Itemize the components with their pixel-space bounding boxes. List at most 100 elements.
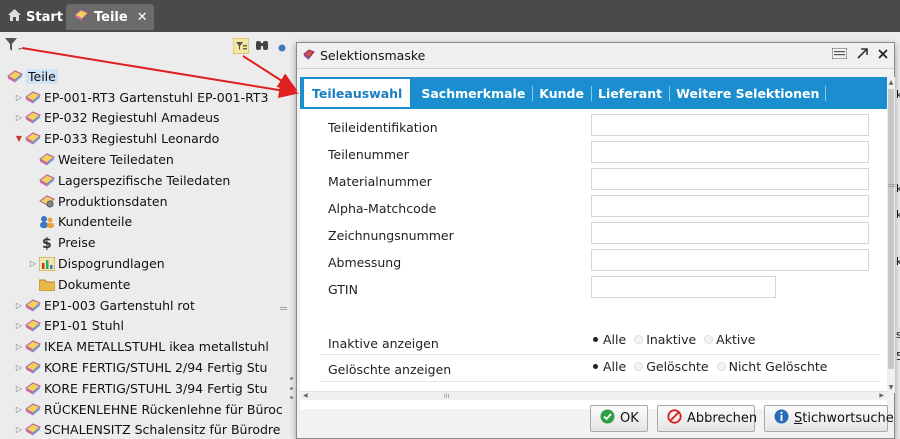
vertical-scrollbar[interactable]: ▲ ▼ — [887, 77, 895, 393]
tab-lieferant[interactable]: Lieferant — [591, 77, 669, 109]
filter-list-icon[interactable] — [232, 37, 250, 57]
tree-item-label: RÜCKENLEHNE Rückenlehne für Büroc — [44, 401, 283, 417]
alpha-matchcode-input[interactable] — [591, 195, 869, 217]
field-label-alpha-matchcode: Alpha-Matchcode — [328, 201, 437, 216]
teilenummer-input[interactable] — [591, 141, 869, 163]
binoculars-icon[interactable] — [255, 38, 269, 55]
dialog-button-bar: OK Abbrechen Stichwortsuche — [590, 405, 894, 432]
tree-item[interactable]: ▷ Dispogrundlagen — [0, 253, 290, 274]
radio-geloeschte-nicht-geloeschte[interactable]: Nicht Gelöschte — [716, 359, 827, 374]
abmessung-input[interactable] — [591, 249, 869, 271]
tab-start-label: Start — [26, 9, 63, 25]
check-circle-icon — [600, 409, 615, 428]
close-icon[interactable]: ✕ — [137, 10, 148, 25]
tab-sachmerkmale[interactable]: Sachmerkmale — [414, 77, 532, 109]
horizontal-scrollbar[interactable]: ◀ III ▶ — [300, 391, 887, 400]
dialog-title: Selektionsmaske — [320, 48, 426, 63]
maximize-icon[interactable] — [857, 48, 868, 62]
expanded-arrow-icon[interactable]: ▼ — [14, 134, 24, 143]
expand-arrow-icon[interactable]: ▷ — [14, 425, 24, 434]
parts-icon — [24, 340, 42, 354]
folder-icon — [38, 277, 56, 291]
scroll-grip: = — [887, 179, 897, 192]
tree-item[interactable]: Teile — [0, 66, 290, 87]
radio-dot — [716, 362, 726, 371]
tab-start[interactable]: Start — [0, 4, 71, 30]
scroll-left-icon[interactable]: ◀ — [303, 392, 308, 399]
expand-arrow-icon[interactable]: ▷ — [14, 384, 24, 393]
menu-icon[interactable] — [831, 47, 848, 62]
scroll-grip[interactable]: III — [444, 393, 449, 400]
parts-icon — [24, 132, 42, 146]
field-label-teilenummer: Teilenummer — [328, 147, 409, 162]
cancel-icon — [667, 409, 682, 428]
tree-item[interactable]: Dokumente — [0, 274, 290, 295]
tab-teileauswahl[interactable]: Teileauswahl — [304, 79, 411, 107]
tab-kunde[interactable]: Kunde — [532, 77, 591, 109]
cancel-button[interactable]: Abbrechen — [657, 405, 757, 432]
tree-item[interactable]: Lagerspezifische Teiledaten — [0, 170, 290, 191]
expand-arrow-icon[interactable]: ▷ — [14, 321, 24, 330]
tree-item[interactable]: Weitere Teiledaten — [0, 149, 290, 170]
tab-teile-label: Teile — [94, 9, 128, 25]
expand-arrow-icon[interactable]: ▷ — [14, 405, 24, 414]
expand-arrow-icon[interactable]: ▷ — [14, 93, 24, 102]
filter-icon[interactable] — [5, 38, 23, 55]
ok-button[interactable]: OK — [590, 405, 648, 432]
tree-item[interactable]: ▷ EP1-003 Gartenstuhl rot — [0, 295, 290, 316]
radio-inaktive-alle[interactable]: Alle — [591, 332, 626, 347]
expand-arrow-icon[interactable]: ▷ — [14, 363, 24, 372]
expand-arrow-icon[interactable]: ▷ — [14, 113, 24, 122]
expand-arrow-icon[interactable]: ▷ — [28, 259, 38, 268]
background-glyph: k — [896, 208, 900, 221]
radio-dot — [634, 335, 644, 344]
ok-label: OK — [620, 411, 639, 426]
zeichnungsnummer-input[interactable] — [591, 222, 869, 244]
tree-item[interactable]: ▷ KORE FERTIG/STUHL 3/94 Fertig Stu — [0, 378, 290, 399]
background-glyph: s — [896, 328, 900, 341]
tree-item[interactable]: Produktionsdaten — [0, 191, 290, 212]
tree-item-label: EP-033 Regiestuhl Leonardo — [44, 131, 220, 147]
teileidentifikation-input[interactable] — [591, 114, 869, 136]
keyword-search-button[interactable]: Stichwortsuche — [764, 405, 894, 432]
tree-item[interactable]: ▷ IKEA METALLSTUHL ikea metallstuhl — [0, 336, 290, 357]
radio-dot — [704, 335, 714, 344]
expand-arrow-icon[interactable]: ▷ — [14, 301, 24, 310]
tab-teile[interactable]: Teile ✕ — [66, 4, 154, 30]
tree-item[interactable]: Kundenteile — [0, 212, 290, 233]
radio-label: Inaktive — [646, 332, 697, 347]
scroll-thumb[interactable] — [888, 89, 894, 369]
splitter-handle[interactable] — [289, 377, 293, 399]
gtin-input[interactable] — [591, 276, 776, 298]
row-divider — [320, 381, 880, 382]
tree-item-label: IKEA METALLSTUHL ikea metallstuhl — [44, 339, 269, 355]
tree-item-label: Lagerspezifische Teiledaten — [58, 172, 231, 188]
scroll-down-icon[interactable]: ▼ — [887, 384, 895, 391]
radio-geloeschte-alle[interactable]: Alle — [591, 359, 626, 374]
scroll-right-icon[interactable]: ▶ — [879, 392, 884, 399]
parts-icon — [24, 90, 42, 104]
tree-item[interactable]: ▼ EP-033 Regiestuhl Leonardo — [0, 128, 290, 149]
field-label-abmessung: Abmessung — [328, 255, 402, 270]
radio-inaktive-inaktive[interactable]: Inaktive — [634, 332, 696, 347]
radio-geloeschte-geloeschte[interactable]: Gelöschte — [634, 359, 709, 374]
tree-item[interactable]: $ Preise — [0, 232, 290, 253]
dialog-title-bar[interactable]: Selektionsmaske — [297, 43, 894, 69]
parts-icon — [24, 319, 42, 333]
tree-item[interactable]: ▷ SCHALENSITZ Schalensitz für Bürodre — [0, 420, 290, 439]
radio-dot — [591, 362, 600, 371]
expand-arrow-icon[interactable]: ▷ — [14, 342, 24, 351]
selection-form: Teileidentifikation Teilenummer Material… — [300, 109, 887, 409]
tree-item[interactable]: ▷ RÜCKENLEHNE Rückenlehne für Büroc — [0, 399, 290, 420]
tree-item[interactable]: ▷ EP-032 Regiestuhl Amadeus — [0, 108, 290, 129]
scroll-up-icon[interactable]: ▲ — [887, 79, 895, 86]
tree-item[interactable]: ▷ EP1-01 Stuhl — [0, 316, 290, 337]
materialnummer-input[interactable] — [591, 168, 869, 190]
tab-weitere-selektionen[interactable]: Weitere Selektionen — [669, 77, 827, 109]
radio-label: Aktive — [716, 332, 756, 347]
close-icon[interactable] — [878, 48, 888, 62]
tree-item[interactable]: ▷ KORE FERTIG/STUHL 2/94 Fertig Stu — [0, 357, 290, 378]
tree-item[interactable]: ▷ EP-001-RT3 Gartenstuhl EP-001-RT3 — [0, 87, 290, 108]
inaktive-radio-group: Alle Inaktive Aktive — [591, 332, 755, 347]
radio-inaktive-aktive[interactable]: Aktive — [704, 332, 755, 347]
